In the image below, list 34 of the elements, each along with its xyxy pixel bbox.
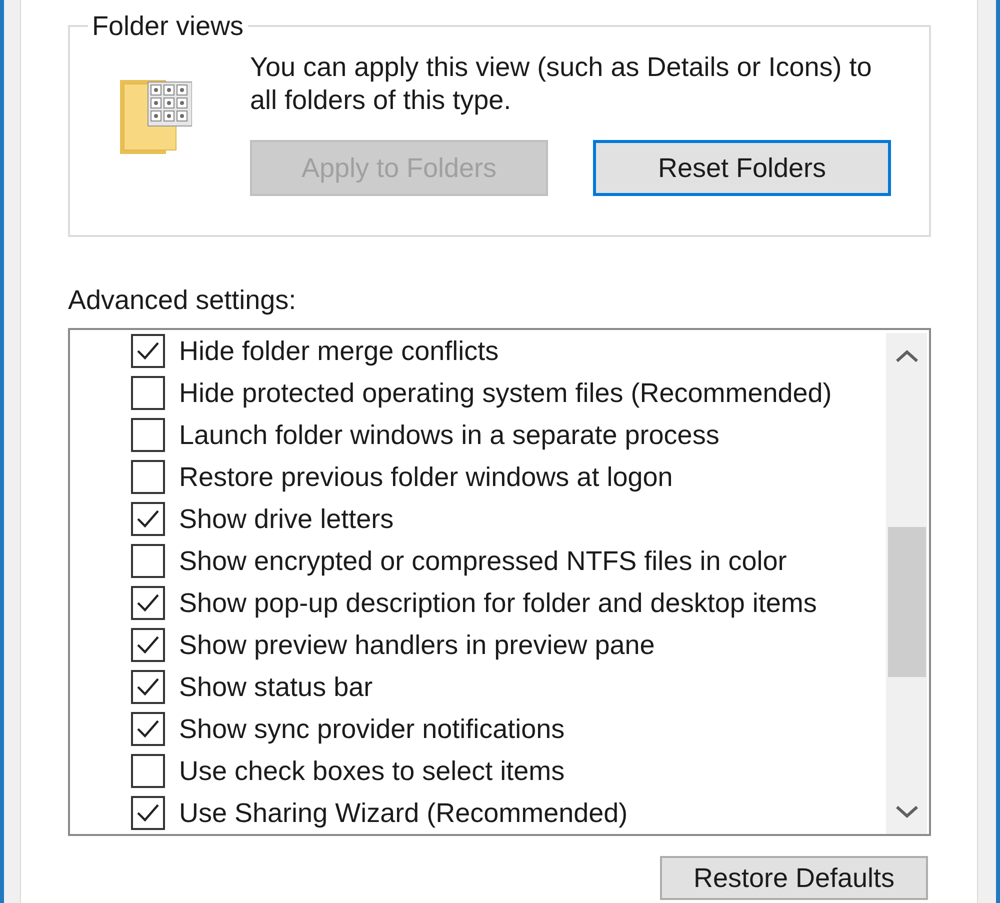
option-label[interactable]: Launch folder windows in a separate process <box>179 419 720 451</box>
checkbox[interactable] <box>131 460 165 494</box>
option-label[interactable]: Show drive letters <box>179 503 394 535</box>
checkbox[interactable] <box>131 754 165 788</box>
option-label[interactable]: Hide folder merge conflicts <box>179 335 499 367</box>
option-label[interactable]: Restore previous folder windows at logon <box>179 461 673 493</box>
option-label[interactable]: Use Sharing Wizard (Recommended) <box>179 797 628 829</box>
checkbox[interactable] <box>131 670 165 704</box>
chevron-down-icon[interactable] <box>894 804 920 820</box>
scrollbar-thumb[interactable] <box>888 527 926 677</box>
chevron-up-icon[interactable] <box>894 348 920 364</box>
option-label[interactable]: Show status bar <box>179 671 373 703</box>
checkbox[interactable] <box>131 544 165 578</box>
option-label[interactable]: Use check boxes to select items <box>179 755 565 787</box>
checkbox[interactable] <box>131 796 165 830</box>
checkbox[interactable] <box>131 334 165 368</box>
option-label[interactable]: Show preview handlers in preview pane <box>179 629 655 661</box>
checkbox[interactable] <box>131 712 165 746</box>
checkbox[interactable] <box>131 376 165 410</box>
option-label[interactable]: Show sync provider notifications <box>179 713 565 745</box>
folder-icon <box>120 78 192 154</box>
scrollbar[interactable] <box>886 333 927 834</box>
option-label[interactable]: Hide protected operating system files (Recommended) <box>179 377 832 409</box>
checkbox[interactable] <box>131 628 165 662</box>
checkbox[interactable] <box>131 418 165 452</box>
checkbox[interactable] <box>131 586 165 620</box>
option-label[interactable]: Show encrypted or compressed NTFS files in color <box>179 545 787 577</box>
restore-defaults-button[interactable]: Restore Defaults <box>660 856 928 900</box>
section-label: Advanced settings: <box>68 285 296 315</box>
group-title: Folder views <box>91 11 245 41</box>
folder-action-button[interactable]: Reset Folders <box>593 140 891 196</box>
option-label[interactable]: Show pop-up description for folder and desktop items <box>179 587 817 619</box>
checkbox[interactable] <box>131 502 165 536</box>
description-text: You can apply this view (such as Details or Icons) to all folders of this type. <box>250 51 873 117</box>
